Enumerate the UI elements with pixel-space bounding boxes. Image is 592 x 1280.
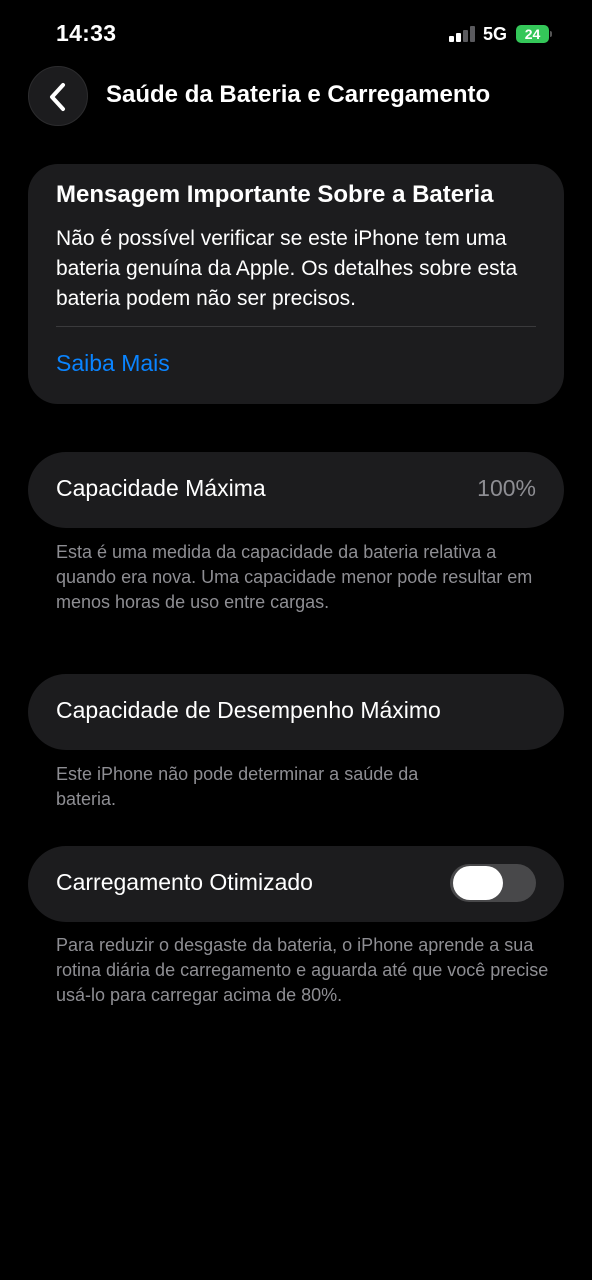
signal-bar [463, 30, 468, 42]
battery-message-card: Mensagem Importante Sobre a Bateria Não … [28, 164, 564, 404]
peak-performance-footnote: Este iPhone não pode determinar a saúde … [56, 764, 419, 809]
battery-tip [550, 31, 552, 37]
optimized-charging-row: Carregamento Otimizado [28, 846, 564, 922]
toggle-knob [453, 866, 503, 900]
back-button[interactable] [28, 66, 88, 126]
message-title: Mensagem Importante Sobre a Bateria [56, 181, 494, 208]
peak-performance-row: Capacidade de Desempenho Máximo [28, 674, 564, 750]
optimized-charging-label: Carregamento Otimizado [56, 869, 313, 895]
page-title: Saúde da Bateria e Carregamento [106, 81, 491, 108]
divider [56, 326, 536, 327]
optimized-charging-footnote: Para reduzir o desgaste da bateria, o iP… [56, 935, 549, 1005]
max-capacity-value: 100% [477, 475, 536, 501]
peak-performance-label: Capacidade de Desempenho Máximo [56, 697, 441, 723]
battery-level: 24 [524, 26, 541, 42]
signal-bar [470, 26, 475, 42]
max-capacity-label: Capacidade Máxima [56, 475, 266, 501]
max-capacity-row: Capacidade Máxima 100% [28, 452, 564, 528]
signal-bar [456, 33, 461, 42]
status-bar: 14:33 5G 24 [0, 0, 592, 68]
chevron-left-icon [50, 83, 65, 111]
max-capacity-footnote: Esta é uma medida da capacidade da bater… [56, 542, 533, 612]
status-time: 14:33 [56, 20, 117, 46]
optimized-charging-toggle[interactable] [450, 864, 536, 902]
signal-bar [449, 36, 454, 42]
cellular-signal-icon [449, 26, 477, 42]
network-type: 5G [483, 24, 508, 44]
learn-more-link[interactable]: Saiba Mais [56, 350, 170, 377]
battery-icon: 24 [516, 25, 549, 43]
message-body: Não é possível verificar se este iPhone … [56, 227, 518, 310]
